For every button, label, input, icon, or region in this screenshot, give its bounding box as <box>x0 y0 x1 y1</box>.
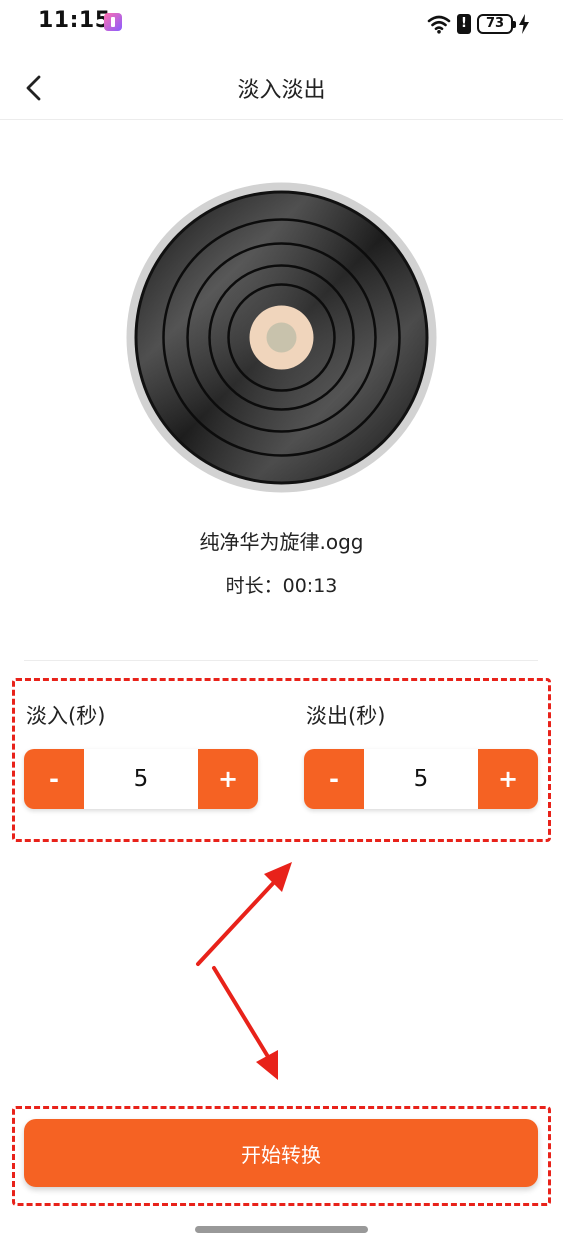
start-conversion-button[interactable]: 开始转换 <box>24 1119 538 1187</box>
duration-label: 时长 <box>225 575 264 597</box>
fade-out-stepper: - 5 + <box>304 749 538 809</box>
nav-bar: 淡入淡出 <box>0 56 563 120</box>
file-name: 纯净华为旋律.ogg <box>199 530 364 554</box>
divider <box>24 660 538 661</box>
fade-out-decrement-button[interactable]: - <box>304 749 364 809</box>
vinyl-record-icon <box>126 182 437 493</box>
fade-in-value[interactable]: 5 <box>84 749 198 809</box>
fade-in-increment-button[interactable]: + <box>198 749 258 809</box>
annotation-arrows <box>196 862 292 1080</box>
app-icon <box>104 13 122 31</box>
battery-icon: 73 <box>477 14 516 34</box>
wifi-icon <box>427 15 451 34</box>
status-icons: ! 73 <box>427 11 529 37</box>
duration-separator: ： <box>263 575 283 597</box>
fade-out-value[interactable]: 5 <box>364 749 478 809</box>
page-title: 淡入淡出 <box>237 78 326 103</box>
alert-icon: ! <box>457 14 471 34</box>
fade-in-label: 淡入(秒) <box>26 704 106 728</box>
status-bar: 11:15 ! 73 <box>0 0 563 48</box>
charging-bolt-icon <box>519 14 529 34</box>
fade-out-label: 淡出(秒) <box>306 704 386 728</box>
home-indicator[interactable] <box>195 1226 368 1233</box>
fade-out-increment-button[interactable]: + <box>478 749 538 809</box>
fade-in-decrement-button[interactable]: - <box>24 749 84 809</box>
duration-value: 00:13 <box>282 575 338 597</box>
screen: 11:15 ! 73 淡入淡出 纯净华为旋律.ogg 时长：00:13 淡入(秒… <box>0 0 563 1238</box>
fade-in-stepper: - 5 + <box>24 749 258 809</box>
duration: 时长：00:13 <box>0 571 563 598</box>
status-time: 11:15 <box>38 8 111 33</box>
